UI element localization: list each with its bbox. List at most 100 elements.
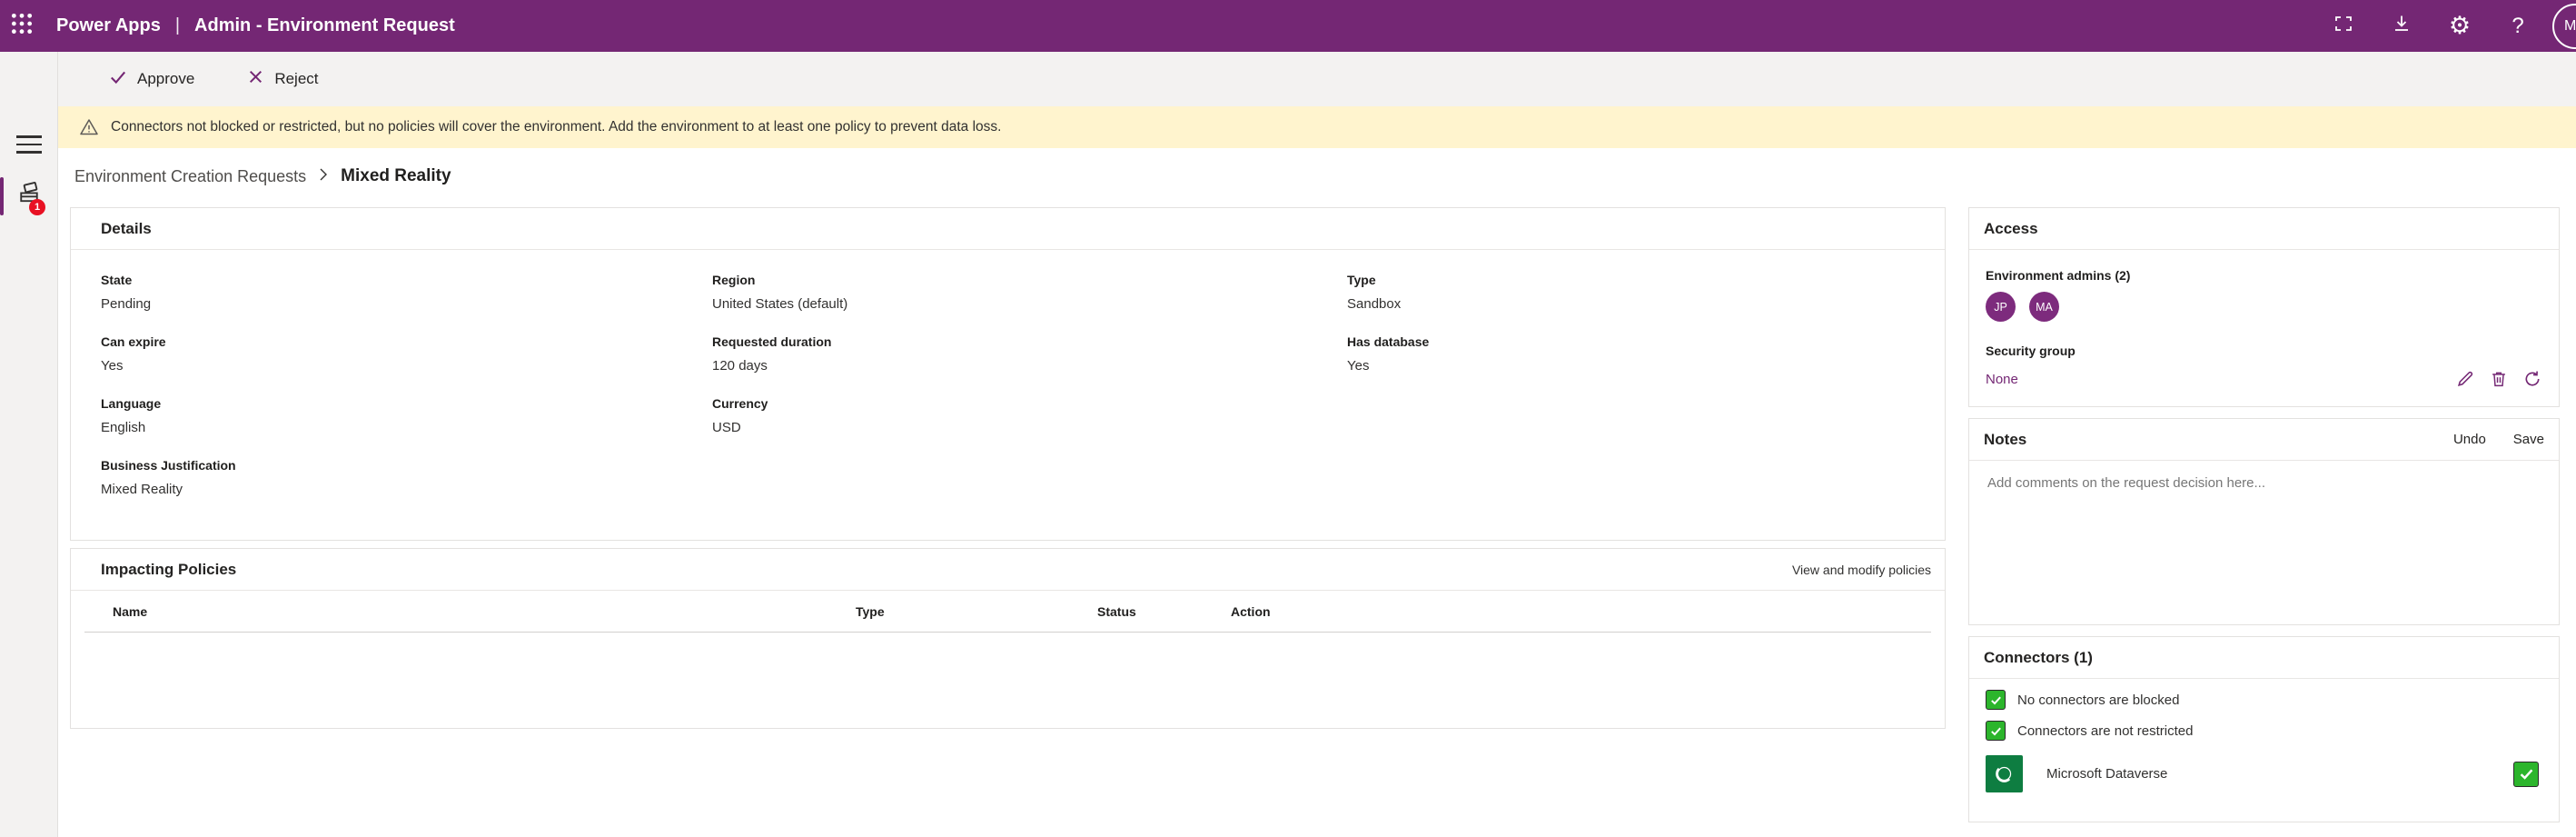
- title-divider: |: [175, 15, 180, 36]
- connectors-panel-header: Connectors (1): [1969, 637, 2559, 679]
- admin-avatars: JP MA: [1986, 292, 2542, 322]
- details-fields: State Pending Region United States (defa…: [71, 250, 1945, 437]
- notes-panel-header: Notes Undo Save: [1969, 419, 2559, 461]
- left-nav-rail: 1: [0, 52, 58, 837]
- details-card: Details State Pending Region United Stat…: [70, 207, 1946, 541]
- access-panel: Access Environment admins (2) JP MA Secu…: [1968, 207, 2560, 407]
- policies-table-header: Name Type Status Action: [84, 591, 1931, 633]
- breadcrumb: Environment Creation Requests Mixed Real…: [74, 166, 451, 186]
- column-header-status: Status: [1069, 604, 1203, 619]
- save-button[interactable]: Save: [2513, 432, 2544, 447]
- connectors-status-label: No connectors are blocked: [2017, 693, 2179, 708]
- help-button[interactable]: ?: [2489, 0, 2547, 52]
- fit-screen-icon: [2333, 13, 2354, 39]
- field-value: English: [101, 419, 712, 437]
- field-label: Can expire: [101, 334, 712, 350]
- checked-checkbox-icon: [1986, 721, 2006, 741]
- notes-title: Notes: [1984, 431, 2026, 449]
- connectors-panel: Connectors (1) No connectors are blocked…: [1968, 636, 2560, 822]
- avatar[interactable]: MA: [2029, 292, 2059, 322]
- settings-button[interactable]: ⚙: [2431, 0, 2489, 52]
- field-currency: Currency USD: [712, 395, 1347, 437]
- field-value: Sandbox: [1347, 295, 1915, 314]
- field-value: USD: [712, 419, 1347, 437]
- nav-menu-button[interactable]: [16, 135, 42, 155]
- app-launcher-button[interactable]: [0, 0, 44, 52]
- field-spacer: [1347, 395, 1915, 437]
- field-state: State Pending: [101, 272, 712, 314]
- selected-indicator: [0, 177, 4, 215]
- field-label: Type: [1347, 272, 1915, 288]
- warning-banner: Connectors not blocked or restricted, bu…: [58, 106, 2576, 148]
- connectors-status-label: Connectors are not restricted: [2017, 723, 2193, 739]
- notes-actions: Undo Save: [2453, 432, 2544, 447]
- security-group-actions: [2455, 369, 2542, 389]
- breadcrumb-parent-link[interactable]: Environment Creation Requests: [74, 167, 306, 186]
- environment-admins-label: Environment admins (2): [1986, 268, 2542, 283]
- details-card-header: Details: [71, 208, 1945, 250]
- approve-button[interactable]: Approve: [100, 59, 203, 99]
- field-requested-duration: Requested duration 120 days: [712, 334, 1347, 375]
- requests-count-badge: 1: [29, 199, 45, 215]
- command-bar: Approve Reject: [58, 52, 2576, 106]
- avatar-initials: JP: [1994, 301, 2007, 314]
- field-label: Has database: [1347, 334, 1915, 350]
- field-value: Yes: [1347, 357, 1915, 375]
- field-label: Business Justification: [101, 457, 1915, 473]
- undo-button[interactable]: Undo: [2453, 432, 2486, 447]
- fit-screen-button[interactable]: [2314, 0, 2373, 52]
- impacting-policies-card: Impacting Policies View and modify polic…: [70, 548, 1946, 729]
- avatar[interactable]: JP: [1986, 292, 2016, 322]
- security-group-label: Security group: [1986, 344, 2542, 358]
- field-value: Mixed Reality: [101, 481, 1915, 499]
- refresh-security-group-button[interactable]: [2522, 369, 2542, 389]
- notes-panel: Notes Undo Save: [1968, 418, 2560, 625]
- field-label: Region: [712, 272, 1347, 288]
- account-avatar[interactable]: MA: [2552, 4, 2576, 49]
- details-title: Details: [101, 220, 152, 238]
- field-value: Yes: [101, 357, 712, 375]
- view-modify-policies-link[interactable]: View and modify policies: [1792, 563, 1931, 577]
- connector-name: Microsoft Dataverse: [2046, 766, 2513, 782]
- pencil-icon: [2455, 369, 2475, 389]
- reject-x-icon: [247, 68, 264, 90]
- security-group-value-link[interactable]: None: [1986, 372, 2018, 387]
- delete-security-group-button[interactable]: [2489, 369, 2509, 389]
- download-icon: [2391, 13, 2413, 39]
- dataverse-icon: [1986, 755, 2023, 792]
- reject-button[interactable]: Reject: [238, 59, 327, 99]
- download-button[interactable]: [2373, 0, 2431, 52]
- notes-comment-input[interactable]: [1969, 461, 2559, 613]
- top-app-bar: Power Apps | Admin - Environment Request: [0, 0, 2576, 52]
- column-header-type: Type: [827, 604, 1069, 619]
- help-icon: ?: [2512, 15, 2523, 37]
- chevron-right-icon: [317, 167, 330, 186]
- app-title: Power Apps | Admin - Environment Request: [56, 15, 455, 36]
- reject-label: Reject: [274, 70, 318, 88]
- topbar-actions: ⚙ ? MA: [2314, 0, 2576, 52]
- avatar-initials: MA: [2564, 18, 2576, 35]
- connector-list-item: Microsoft Dataverse: [1986, 755, 2542, 792]
- field-language: Language English: [101, 395, 712, 437]
- field-type: Type Sandbox: [1347, 272, 1915, 314]
- connector-allowed-checkbox-icon: [2513, 762, 2539, 787]
- field-value: 120 days: [712, 357, 1347, 375]
- column-header-action: Action: [1203, 604, 1271, 619]
- field-has-database: Has database Yes: [1347, 334, 1915, 375]
- edit-security-group-button[interactable]: [2455, 369, 2475, 389]
- checked-checkbox-icon: [1986, 690, 2006, 710]
- policies-title: Impacting Policies: [101, 561, 236, 579]
- access-panel-header: Access: [1969, 208, 2559, 250]
- field-label: State: [101, 272, 712, 288]
- environment-request-page: Power Apps | Admin - Environment Request: [0, 0, 2576, 837]
- security-group-row: None: [1986, 369, 2542, 389]
- refresh-icon: [2522, 369, 2542, 389]
- policies-card-header: Impacting Policies View and modify polic…: [71, 549, 1945, 591]
- field-business-justification: Business Justification Mixed Reality: [71, 437, 1945, 499]
- sidebar-item-requests[interactable]: 1: [0, 170, 58, 221]
- column-header-name: Name: [84, 604, 827, 619]
- connectors-status-row: Connectors are not restricted: [1986, 721, 2542, 741]
- field-can-expire: Can expire Yes: [101, 334, 712, 375]
- field-region: Region United States (default): [712, 272, 1347, 314]
- approve-check-icon: [109, 68, 127, 91]
